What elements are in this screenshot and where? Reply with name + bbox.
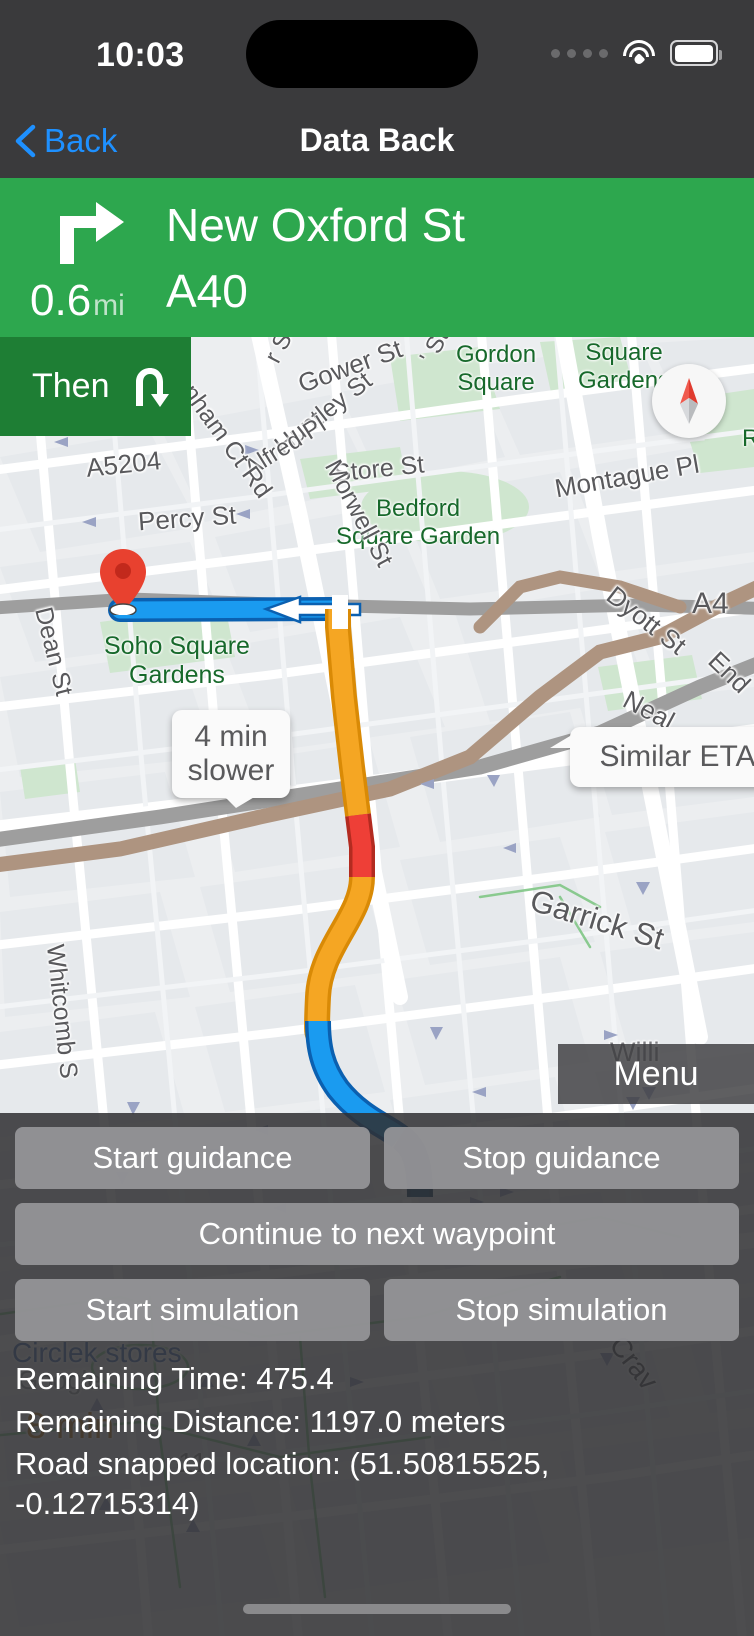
stop-guidance-button[interactable]: Stop guidance (384, 1127, 739, 1189)
waypoint-button-row: Continue to next waypoint (0, 1203, 754, 1265)
dynamic-island (246, 20, 478, 88)
distance-to-turn: 0.6 mi (30, 276, 125, 326)
menu-button[interactable]: Menu (558, 1044, 754, 1104)
road-snapped-location-text: Road snapped location: (51.50815525, -0.… (15, 1446, 550, 1522)
remaining-time-text: Remaining Time: 475.4 (15, 1361, 334, 1396)
street-name-secondary: A40 (166, 265, 248, 317)
callout-similar-eta[interactable]: Similar ETA (550, 727, 754, 787)
then-maneuver-strip: Then (0, 337, 191, 436)
callout-slower-route[interactable]: 4 min slower (172, 710, 290, 808)
status-bar: 10:03 (0, 0, 754, 104)
stop-simulation-button[interactable]: Stop simulation (384, 1279, 739, 1341)
distance-value: 0.6 (30, 276, 92, 325)
continue-waypoint-button[interactable]: Continue to next waypoint (15, 1203, 739, 1265)
guidance-button-row: Start guidance Stop guidance (0, 1127, 754, 1189)
start-simulation-button[interactable]: Start simulation (15, 1279, 370, 1341)
turn-right-icon (60, 202, 124, 264)
street-name-primary: New Oxford St (166, 199, 466, 251)
signal-dots-icon (551, 48, 608, 58)
navigation-header: Back Data Back (0, 104, 754, 178)
callout-slower-line2: slower (187, 753, 275, 787)
then-label: Then (32, 367, 110, 405)
callout-slower-line1: 4 min (194, 720, 268, 753)
turn-sharp-right-icon (135, 367, 169, 407)
simulation-button-row: Start simulation Stop simulation (0, 1279, 754, 1341)
status-bar-clock: 10:03 (96, 36, 185, 74)
remaining-distance-text: Remaining Distance: 1197.0 meters (15, 1403, 506, 1439)
start-guidance-button[interactable]: Start guidance (15, 1127, 370, 1189)
phone-screen: .blk { fill:#e6e9ec; } .prk { fill:#cfe6… (0, 0, 754, 1636)
battery-full-icon (670, 40, 722, 66)
callout-eta-label: Similar ETA (599, 740, 754, 773)
wifi-icon (622, 40, 656, 66)
map-pin-icon[interactable] (98, 547, 148, 615)
distance-unit: mi (93, 289, 125, 322)
navigation-banner: 0.6 mi New Oxford St A40 (0, 178, 754, 337)
trip-info-block: Remaining Time: 475.4 Remaining Distance… (0, 1341, 754, 1524)
home-indicator[interactable] (243, 1604, 511, 1614)
menu-button-label: Menu (613, 1054, 699, 1093)
page-title: Data Back (299, 122, 455, 158)
control-panel: Start guidance Stop guidance Continue to… (0, 1113, 754, 1636)
status-bar-indicators (551, 36, 722, 70)
compass-icon[interactable] (652, 364, 726, 438)
